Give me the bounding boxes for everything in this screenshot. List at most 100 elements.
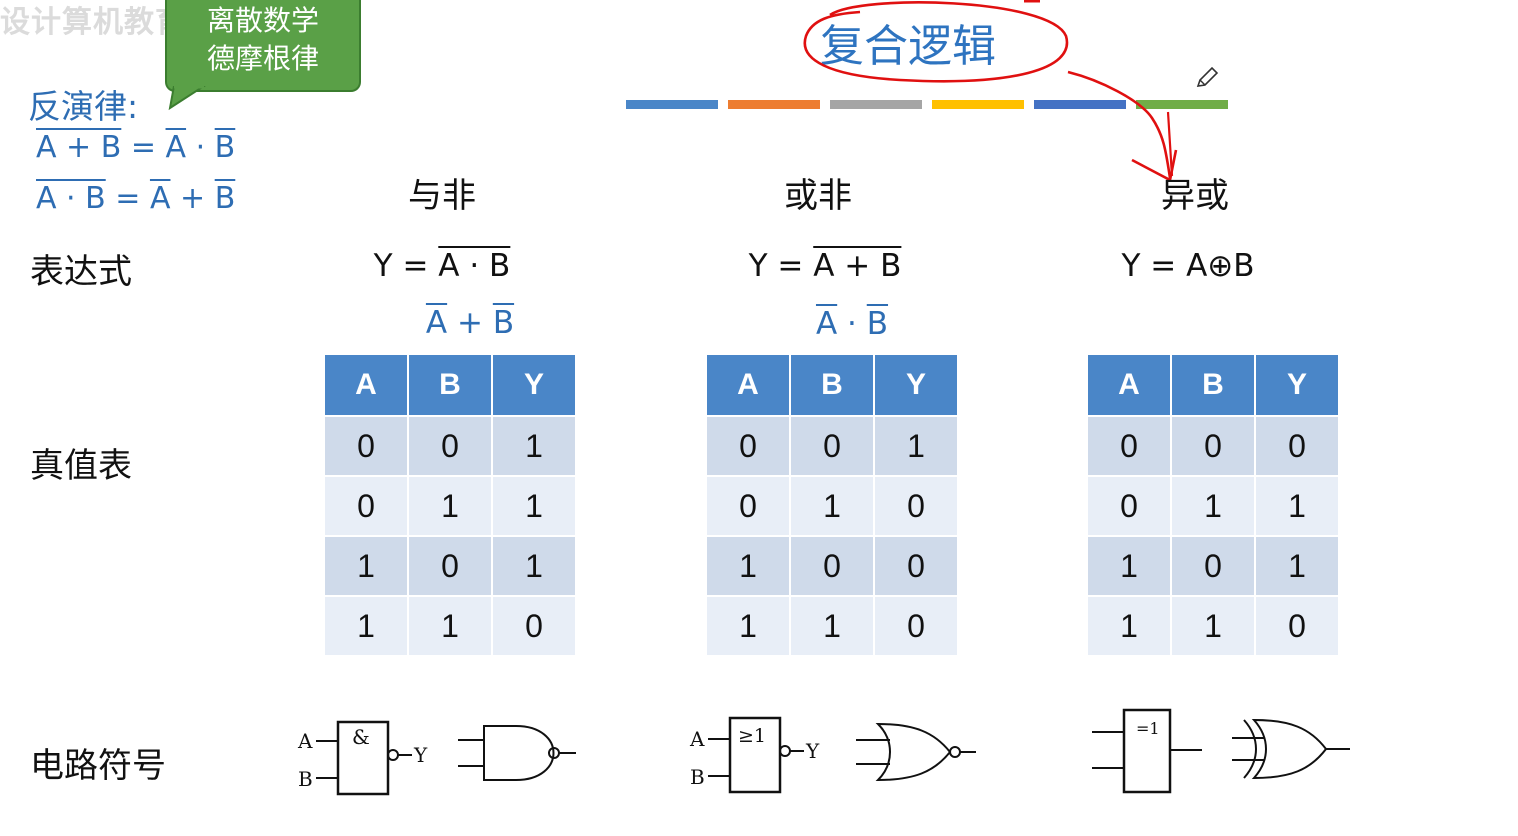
callout-line2: 德摩根律 <box>206 42 319 75</box>
table-header-row: ABY <box>325 355 575 415</box>
table-row: 101 <box>325 537 575 595</box>
table-cell: 1 <box>1088 597 1170 655</box>
nor-input-a-label: A <box>689 727 705 751</box>
table-cell: 1 <box>493 477 575 535</box>
table-row: 001 <box>707 417 957 475</box>
table-cell: 0 <box>875 597 957 655</box>
truth-table-nand: ABY001011101110 <box>323 353 577 657</box>
table-row: 000 <box>1088 417 1338 475</box>
nand-gate-shape-symbol <box>458 725 576 781</box>
nor-gate-block-symbol: A B ≥1 Y <box>689 716 820 794</box>
page-title: 复合逻辑 <box>820 21 996 72</box>
table-cell: 0 <box>1088 417 1170 475</box>
color-bar-1 <box>626 100 718 109</box>
table-cell: 0 <box>1088 477 1170 535</box>
expression-nand-alt: A + B <box>425 305 515 341</box>
column-header: A <box>325 355 407 415</box>
table-header-row: ABY <box>1088 355 1338 415</box>
column-title-nor: 或非 <box>784 176 852 216</box>
table-cell: 0 <box>1256 597 1338 655</box>
table-cell: 0 <box>1256 417 1338 475</box>
color-bar-5 <box>1034 100 1126 109</box>
nand-output-y-label: Y <box>413 743 428 767</box>
table-cell: 0 <box>409 537 491 595</box>
column-header: B <box>791 355 873 415</box>
table-cell: 1 <box>493 537 575 595</box>
expression-nand: Y = A · B <box>373 248 511 284</box>
nand-gate-label: & <box>352 725 370 749</box>
table-cell: 0 <box>875 537 957 595</box>
de-morgan-title: 反演律: <box>28 87 139 126</box>
table-header-row: ABY <box>707 355 957 415</box>
column-title-nand: 与非 <box>408 176 476 216</box>
table-cell: 0 <box>707 477 789 535</box>
color-bar-3 <box>830 100 922 109</box>
xor-gate-label: =1 <box>1136 719 1160 738</box>
table-cell: 1 <box>325 597 407 655</box>
column-header: Y <box>1256 355 1338 415</box>
table-cell: 1 <box>791 477 873 535</box>
nand-input-a-label: A <box>297 729 313 753</box>
nor-gate-label: ≥1 <box>738 725 766 747</box>
table-cell: 0 <box>707 417 789 475</box>
table-cell: 1 <box>1256 477 1338 535</box>
table-cell: 1 <box>875 417 957 475</box>
pencil-icon[interactable] <box>1194 64 1222 92</box>
table-cell: 0 <box>1172 417 1254 475</box>
column-header: B <box>409 355 491 415</box>
table-row: 110 <box>1088 597 1338 655</box>
table-cell: 1 <box>707 537 789 595</box>
expression-nor-alt: A · B <box>815 306 889 342</box>
table-row: 101 <box>1088 537 1338 595</box>
truth-table-nor: ABY001010100110 <box>705 353 959 657</box>
expression-xor: Y = A⊕B <box>1121 248 1255 284</box>
table-cell: 1 <box>493 417 575 475</box>
nand-gate-block-symbol: A B & Y <box>297 720 428 796</box>
table-cell: 0 <box>409 417 491 475</box>
nor-output-y-label: Y <box>805 739 820 763</box>
callout-bubble: 离散数学 德摩根律 <box>165 0 361 92</box>
column-header: Y <box>493 355 575 415</box>
truth-table-xor: ABY000011101110 <box>1086 353 1340 657</box>
column-header: Y <box>875 355 957 415</box>
table-row: 110 <box>325 597 575 655</box>
xor-gate-block-symbol: =1 <box>1092 708 1202 794</box>
nor-gate-shape-symbol <box>856 722 976 782</box>
table-cell: 0 <box>875 477 957 535</box>
table-cell: 0 <box>791 537 873 595</box>
nor-input-b-label: B <box>690 765 705 789</box>
de-morgan-law-2: A · B = A + B <box>36 181 236 216</box>
table-cell: 0 <box>325 477 407 535</box>
table-cell: 1 <box>409 597 491 655</box>
column-title-xor: 异或 <box>1161 176 1229 216</box>
de-morgan-law-1: A + B = A · B <box>36 130 236 165</box>
table-row: 100 <box>707 537 957 595</box>
column-header: A <box>1088 355 1170 415</box>
row-label-truth-table: 真值表 <box>30 446 132 486</box>
table-cell: 1 <box>1256 537 1338 595</box>
row-label-symbol: 电路符号 <box>30 746 166 786</box>
table-row: 010 <box>707 477 957 535</box>
table-row: 011 <box>1088 477 1338 535</box>
table-cell: 0 <box>791 417 873 475</box>
table-cell: 1 <box>409 477 491 535</box>
table-cell: 1 <box>1172 597 1254 655</box>
table-row: 011 <box>325 477 575 535</box>
table-cell: 1 <box>1088 537 1170 595</box>
color-bar-4 <box>932 100 1024 109</box>
column-header: B <box>1172 355 1254 415</box>
expression-nor: Y = A + B <box>748 248 902 284</box>
callout-tail <box>168 86 206 111</box>
color-bar-2 <box>728 100 820 109</box>
table-cell: 1 <box>791 597 873 655</box>
table-cell: 0 <box>493 597 575 655</box>
column-header: A <box>707 355 789 415</box>
row-label-expression: 表达式 <box>30 252 132 292</box>
xor-gate-shape-symbol <box>1232 718 1350 780</box>
table-cell: 1 <box>707 597 789 655</box>
callout-line1: 离散数学 <box>206 4 319 37</box>
table-cell: 0 <box>1172 537 1254 595</box>
table-row: 001 <box>325 417 575 475</box>
table-cell: 1 <box>1172 477 1254 535</box>
nand-input-b-label: B <box>298 767 313 791</box>
